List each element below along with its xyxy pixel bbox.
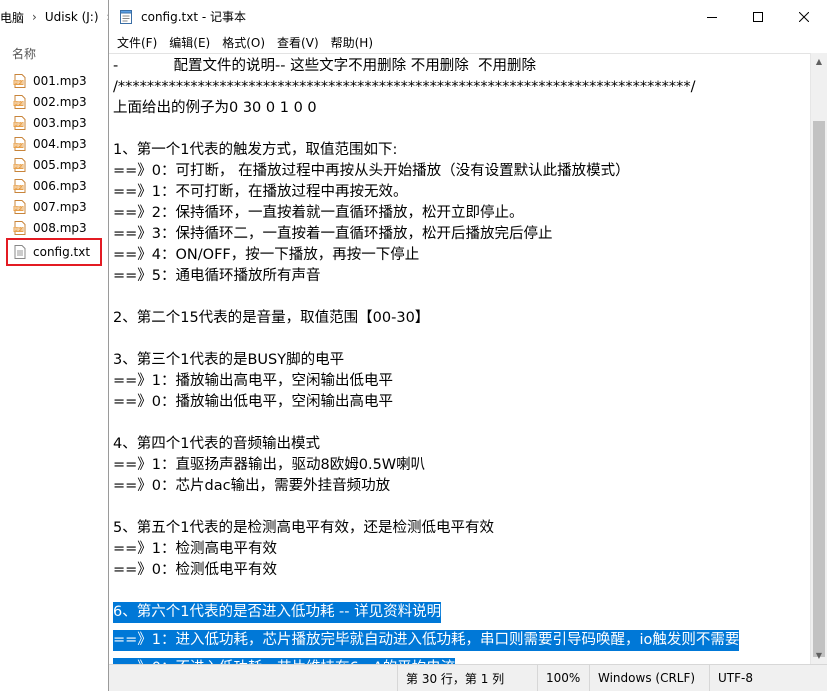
line-ending: Windows (CRLF) [589,664,709,691]
file-name: 008.mp3 [33,220,87,235]
file-name: 006.mp3 [33,178,87,193]
cursor-position: 第 30 行，第 1 列 [397,664,537,691]
mp3-file-icon: MP3 [13,157,26,172]
chevron-right-icon: › [32,10,37,24]
status-bar: 第 30 行，第 1 列 100% Windows (CRLF) UTF-8 [109,664,827,691]
file-name: 005.mp3 [33,157,87,172]
menu-view[interactable]: 查看(V) [271,33,325,53]
file-item[interactable]: MP3 001.mp3 [0,70,108,91]
mp3-file-icon: MP3 [13,136,26,151]
svg-text:MP3: MP3 [14,122,23,127]
mp3-file-icon: MP3 [13,199,26,214]
file-name: 001.mp3 [33,73,87,88]
text-line: ==》5：通电循环播放所有声音 [113,268,321,284]
text-line: ==》4：ON/OFF，按一下播放，再按一下停止 [113,247,420,263]
text-line: 3、第三个1代表的是BUSY脚的电平 [113,352,345,368]
file-name: config.txt [33,245,91,259]
file-item[interactable]: MP3 008.mp3 [0,217,108,238]
file-item[interactable]: MP3 003.mp3 [0,112,108,133]
minimize-icon [707,16,717,18]
maximize-button[interactable] [735,0,781,33]
svg-text:MP3: MP3 [14,185,23,190]
mp3-file-icon: MP3 [13,220,26,235]
file-name: 007.mp3 [33,199,87,214]
minimize-button[interactable] [689,0,735,33]
selected-text-line: ==》1：进入低功耗，芯片播放完毕就自动进入低功耗，串口则需要引导码唤醒，io触… [113,630,740,651]
file-item[interactable]: MP3 006.mp3 [0,175,108,196]
text-line [113,497,809,518]
menu-file[interactable]: 文件(F) [111,33,163,53]
column-header-name[interactable]: 名称 [0,40,108,66]
file-name: 004.mp3 [33,136,87,151]
text-line: ==》0：检测低电平有效 [113,562,278,578]
breadcrumb-item[interactable]: Udisk (J:) [45,10,99,24]
text-line: 5、第五个1代表的是检测高电平有效，还是检测低电平有效 [113,520,494,536]
scrollbar-thumb[interactable] [813,121,825,657]
menu-help[interactable]: 帮助(H) [325,33,379,53]
encoding: UTF-8 [709,664,827,691]
svg-text:MP3: MP3 [14,143,23,148]
maximize-icon [753,11,763,22]
mp3-file-icon: MP3 [13,73,26,88]
text-line: ==》1：直驱扬声器输出，驱动8欧姆0.5W喇叭 [113,457,426,473]
text-line: ==》1：不可打断，在播放过程中再按无效。 [113,184,408,200]
text-editor[interactable]: - 配置文件的说明-- 这些文字不用删除 不用删除 不用删除 /*********… [109,53,827,664]
text-line: ==》0：芯片dac输出，需要外挂音频功放 [113,478,391,494]
svg-text:MP3: MP3 [14,164,23,169]
svg-text:MP3: MP3 [14,227,23,232]
scroll-up-icon[interactable]: ▲ [811,53,827,70]
breadcrumb: 电脑 › Udisk (J:) › [0,0,108,34]
mp3-file-icon: MP3 [13,94,26,109]
text-line: 2、第二个15代表的是音量，取值范围【00-30】 [113,310,430,326]
file-item-config[interactable]: config.txt [6,238,102,266]
svg-text:MP3: MP3 [14,206,23,211]
vertical-scrollbar[interactable]: ▲ ▼ [810,53,827,664]
text-line: ==》2：保持循环，一直按着就一直循环播放，松开立即停止。 [113,205,524,221]
file-list: MP3 001.mp3 MP3 002.mp3 MP3 003.mp3 MP3 004.mp3… [0,70,108,266]
document-text[interactable]: - 配置文件的说明-- 这些文字不用删除 不用删除 不用删除 /*********… [113,56,809,664]
svg-text:MP3: MP3 [14,101,23,106]
window-title: config.txt - 记事本 [141,10,247,24]
breadcrumb-item[interactable]: 电脑 [0,9,24,26]
zoom-level: 100% [537,664,589,691]
text-line: ==》3：保持循环二，一直按着一直循环播放，松开后播放完后停止 [113,226,553,242]
close-button[interactable] [781,0,827,33]
notepad-window: config.txt - 记事本 文件(F) 编辑(E) 格式(O) 查看(V)… [108,0,827,691]
text-line [113,119,809,140]
svg-text:MP3: MP3 [14,80,23,85]
file-item[interactable]: MP3 004.mp3 [0,133,108,154]
mp3-file-icon: MP3 [13,115,26,130]
scroll-down-icon[interactable]: ▼ [811,647,827,664]
text-line [113,413,809,434]
text-line: ==》1：播放输出高电平，空闲输出低电平 [113,373,394,389]
notepad-icon [120,9,132,24]
text-line [113,287,809,308]
file-item[interactable]: MP3 002.mp3 [0,91,108,112]
title-bar[interactable]: config.txt - 记事本 [109,0,827,33]
text-line: 4、第四个1代表的音频输出模式 [113,436,320,452]
text-line: /***************************************… [113,79,696,95]
text-line [113,329,809,350]
text-line: ==》1：检测高电平有效 [113,541,278,557]
selected-text-line: 6、第六个1代表的是否进入低功耗 -- 详见资料说明 [113,602,442,623]
text-line: ==》0：可打断， 在播放过程中再按从头开始播放（没有设置默认此播放模式） [113,163,630,179]
close-icon [799,11,809,22]
menu-format[interactable]: 格式(O) [216,33,271,53]
text-line: 上面给出的例子为0 30 0 1 0 0 [113,100,317,116]
text-file-icon [14,245,26,259]
text-line: - 配置文件的说明-- 这些文字不用删除 不用删除 不用删除 [113,58,536,74]
file-name: 003.mp3 [33,115,87,130]
mp3-file-icon: MP3 [13,178,26,193]
text-line [113,581,809,602]
file-explorer: 电脑 › Udisk (J:) › 名称 MP3 001.mp3 MP3 002.mp… [0,0,108,691]
menu-bar: 文件(F) 编辑(E) 格式(O) 查看(V) 帮助(H) [109,33,827,53]
file-item[interactable]: MP3 005.mp3 [0,154,108,175]
text-line: ==》0：播放输出低电平，空闲输出高电平 [113,394,394,410]
file-item[interactable]: MP3 007.mp3 [0,196,108,217]
text-line: 1、第一个1代表的触发方式，取值范围如下: [113,142,398,158]
file-name: 002.mp3 [33,94,87,109]
menu-edit[interactable]: 编辑(E) [163,33,216,53]
